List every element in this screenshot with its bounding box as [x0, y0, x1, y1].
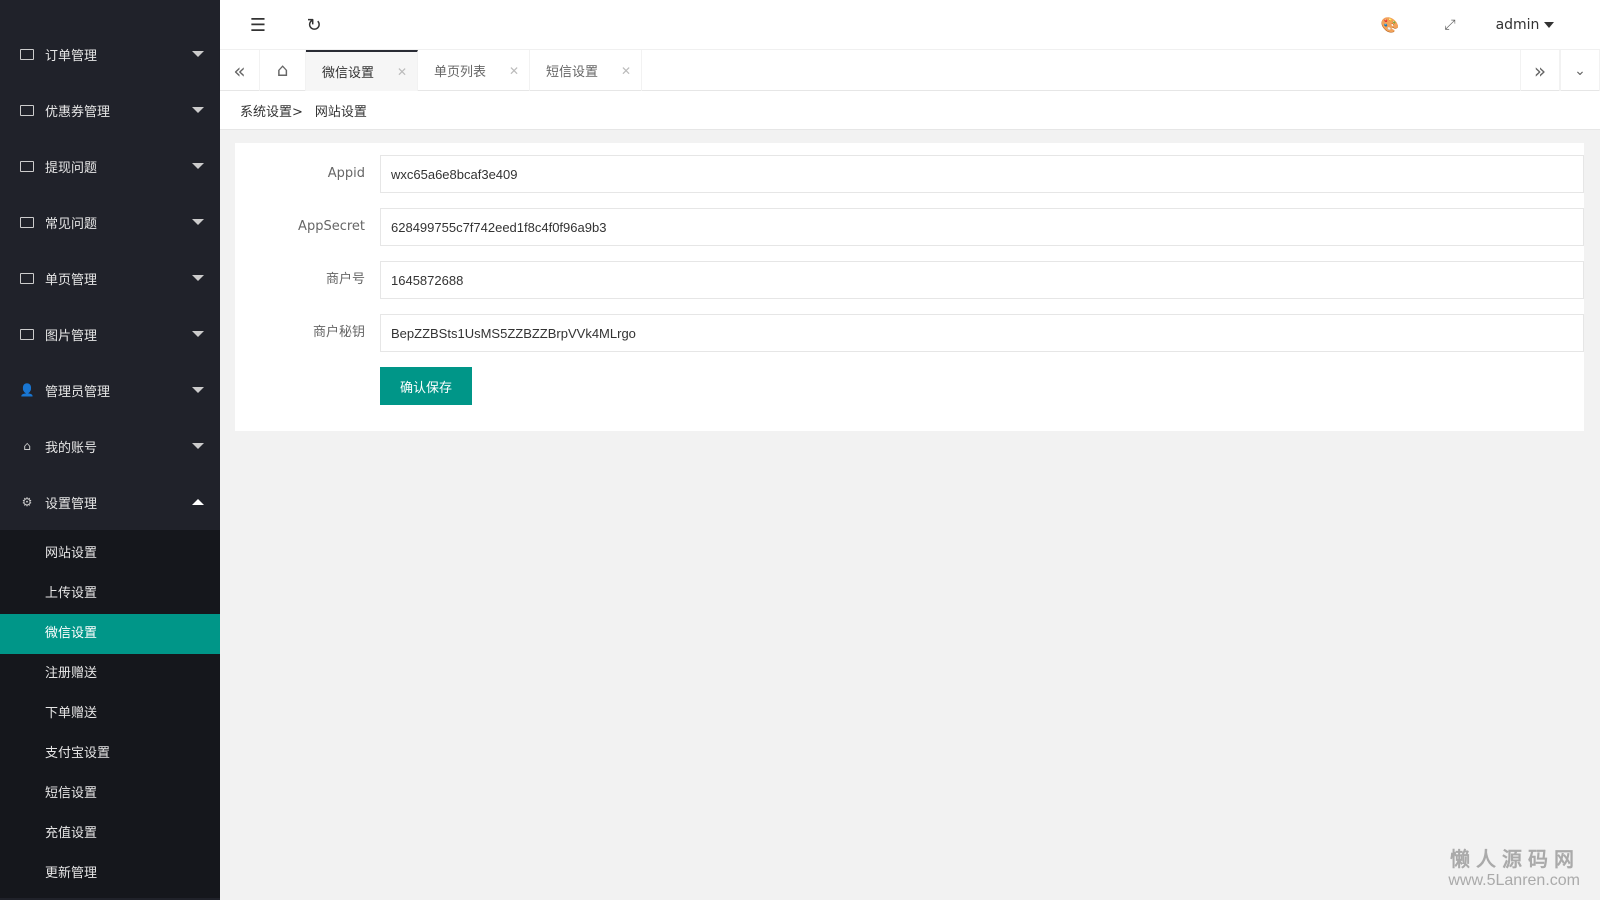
submenu-order-gift[interactable]: 下单赠送: [0, 694, 220, 734]
user-icon: 👤: [19, 383, 35, 397]
breadcrumb-current: 网站设置: [314, 104, 367, 120]
appsecret-row: AppSecret: [235, 208, 1584, 246]
breadcrumb-parent[interactable]: 系统设置>: [240, 101, 303, 120]
submenu-sms[interactable]: 短信设置: [0, 774, 220, 814]
gear-icon: ⚙: [21, 495, 33, 509]
close-icon[interactable]: ✕: [621, 64, 631, 78]
menu-settings[interactable]: ⚙ 设置管理: [0, 474, 220, 530]
image-icon: [20, 104, 34, 116]
merchant-id-input[interactable]: [380, 261, 1584, 299]
merchant-key-input[interactable]: [380, 314, 1584, 352]
scroll-right-icon[interactable]: »: [1520, 50, 1560, 91]
image-icon: [20, 272, 34, 284]
menu-withdraw[interactable]: 提现问题: [0, 138, 220, 194]
submenu-alipay[interactable]: 支付宝设置: [0, 734, 220, 774]
scroll-left-icon[interactable]: «: [220, 50, 260, 91]
tab-wechat-settings[interactable]: 微信设置 ✕: [306, 50, 418, 91]
fullscreen-icon[interactable]: ⤢: [1430, 0, 1470, 50]
menu-images[interactable]: 图片管理: [0, 306, 220, 362]
menu-coupons[interactable]: 优惠券管理: [0, 82, 220, 138]
home-tab-icon[interactable]: ⌂: [260, 50, 306, 91]
tab-bar: « ⌂ 微信设置 ✕ 单页列表 ✕ 短信设置 ✕ » ⌄: [220, 50, 1600, 91]
menu-admins[interactable]: 👤 管理员管理: [0, 362, 220, 418]
appid-row: Appid: [235, 155, 1584, 193]
image-icon: [20, 160, 34, 172]
refresh-icon[interactable]: ↻: [294, 0, 334, 50]
merchant-id-row: 商户号: [235, 261, 1584, 299]
image-icon: [20, 48, 34, 60]
tab-menu-chevron-icon[interactable]: ⌄: [1560, 50, 1600, 91]
image-icon: [20, 216, 34, 228]
caret-down-icon: [192, 387, 204, 393]
submenu-update[interactable]: 更新管理: [0, 854, 220, 894]
close-icon[interactable]: ✕: [397, 65, 407, 79]
theme-palette-icon[interactable]: 🎨: [1370, 0, 1410, 50]
menu-orders[interactable]: 订单管理: [0, 26, 220, 82]
image-icon: [20, 328, 34, 340]
submenu-register-gift[interactable]: 注册赠送: [0, 654, 220, 694]
settings-submenu: 网站设置 上传设置 微信设置 注册赠送 下单赠送 支付宝设置 短信设置 充值设置…: [0, 530, 220, 898]
menu-pages[interactable]: 单页管理: [0, 250, 220, 306]
submenu-wechat[interactable]: 微信设置: [0, 614, 220, 654]
save-button[interactable]: 确认保存: [380, 367, 472, 405]
caret-down-icon: [192, 443, 204, 449]
user-menu[interactable]: admin: [1490, 0, 1560, 50]
tab-sms-settings[interactable]: 短信设置 ✕: [530, 50, 642, 91]
caret-up-icon: [192, 499, 204, 505]
appsecret-input[interactable]: [380, 208, 1584, 246]
caret-down-icon: [192, 163, 204, 169]
caret-down-icon: [192, 219, 204, 225]
menu-account[interactable]: ⌂ 我的账号: [0, 418, 220, 474]
appid-input[interactable]: [380, 155, 1584, 193]
caret-down-icon: [192, 51, 204, 57]
top-bar: ☰ ↻ 🎨 ⤢ admin: [220, 0, 1600, 50]
menu-faq[interactable]: 常见问题: [0, 194, 220, 250]
home-icon: ⌂: [23, 439, 31, 453]
caret-down-icon: [1544, 22, 1555, 28]
wechat-settings-form: Appid AppSecret 商户号 商户秘钥 确认保存: [235, 143, 1584, 431]
merchant-key-row: 商户秘钥: [235, 314, 1584, 352]
tab-page-list[interactable]: 单页列表 ✕: [418, 50, 530, 91]
submenu-upload[interactable]: 上传设置: [0, 574, 220, 614]
sidebar: 订单管理 优惠券管理 提现问题 常见问题 单页管理 图片管理 👤 管理员管理 ⌂ 我…: [0, 0, 220, 900]
close-icon[interactable]: ✕: [509, 64, 519, 78]
submenu-recharge[interactable]: 充值设置: [0, 814, 220, 854]
collapse-menu-icon[interactable]: ☰: [238, 0, 278, 50]
caret-down-icon: [192, 275, 204, 281]
breadcrumb: 系统设置> 网站设置: [220, 91, 1600, 130]
caret-down-icon: [192, 331, 204, 337]
watermark: 懒人源码网 www.5Lanren.com: [1448, 849, 1580, 889]
caret-down-icon: [192, 107, 204, 113]
submenu-site[interactable]: 网站设置: [0, 534, 220, 574]
